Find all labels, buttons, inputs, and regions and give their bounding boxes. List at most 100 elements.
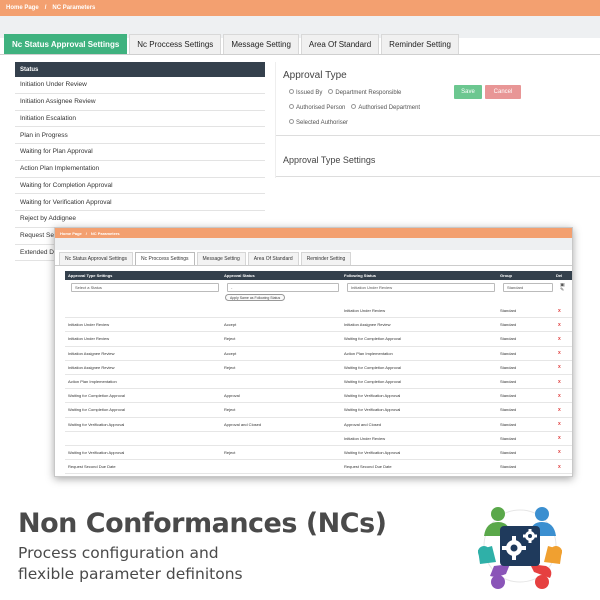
status-item[interactable]: Waiting for Completion Approval: [15, 178, 265, 195]
sub-bar: [55, 238, 572, 250]
delete-icon[interactable]: x: [553, 364, 572, 370]
column-header: Following Status: [344, 273, 376, 278]
tab-bar: Nc Status Approval Settings Nc Proccess …: [59, 252, 352, 265]
radio-row-1: Issued By Department Responsible: [289, 89, 401, 96]
column-header: Group: [500, 273, 512, 278]
table-cell: Standard: [500, 308, 517, 314]
delete-icon[interactable]: x: [553, 435, 572, 441]
hero-subtitle-line: flexible parameter definitons: [18, 565, 243, 583]
table-cell: Initiation Under Review: [344, 308, 386, 314]
table-cell: Standard: [500, 449, 517, 455]
status-item[interactable]: Initiation Assignee Review: [15, 94, 265, 111]
delete-icon[interactable]: x: [553, 336, 572, 342]
table-cell: Standard: [500, 350, 517, 356]
delete-icon[interactable]: x: [553, 393, 572, 399]
process-grid: Approval Type Settings Approval Status F…: [65, 271, 572, 475]
hero-subtitle: Process configuration and flexible param…: [18, 543, 358, 585]
delete-icon[interactable]: x: [553, 421, 572, 427]
radio-department-responsible[interactable]: Department Responsible: [328, 89, 401, 96]
following-status-select[interactable]: Initiation Under Review: [347, 283, 495, 292]
gears-people-logo-icon: [478, 507, 562, 589]
radio-authorised-department[interactable]: Authorised Department: [351, 104, 420, 111]
table-row: Initiation Under Review Reject Waiting for…: [65, 332, 572, 347]
tab-divider: [55, 265, 572, 266]
table-cell: Action Plan Implementation: [68, 379, 117, 385]
radio-circle-icon: [289, 119, 294, 124]
column-header: Approval Type Settings: [68, 273, 113, 278]
breadcrumb-home[interactable]: Home Page: [60, 231, 82, 236]
tab-reminder-setting[interactable]: Reminder Setting: [300, 252, 352, 265]
table-row: Waiting for Verification Approval Reject W…: [65, 446, 572, 461]
table-cell: Reject: [224, 449, 236, 455]
table-cell: Waiting for Completion Approval: [68, 407, 125, 413]
tab-divider: [0, 54, 600, 55]
table-row: Initiation Under Review Standard x: [65, 432, 572, 446]
tab-nc-status-approval[interactable]: Nc Status Approval Settings: [59, 252, 133, 265]
delete-icon[interactable]: x: [553, 407, 572, 413]
table-cell: Waiting for Verification Approval: [68, 421, 125, 427]
group-select[interactable]: Standard: [503, 283, 553, 292]
status-item[interactable]: Action Plan Implementation: [15, 161, 265, 178]
table-cell: Standard: [500, 336, 517, 342]
radio-selected-authoriser[interactable]: Selected Authoriser: [289, 119, 348, 126]
cancel-button[interactable]: Cancel: [485, 85, 521, 99]
status-item[interactable]: Waiting for Verification Approval: [15, 194, 265, 211]
breadcrumb-home[interactable]: Home Page: [6, 5, 39, 11]
radio-circle-icon: [351, 104, 357, 109]
tab-nc-process[interactable]: Nc Proccess Settings: [134, 252, 195, 265]
table-cell: Reject: [224, 407, 236, 413]
delete-icon[interactable]: x: [553, 322, 572, 328]
delete-icon[interactable]: x: [553, 308, 572, 314]
table-row: Waiting for Completion Approval Approval W…: [65, 389, 572, 404]
tab-area-of-standard[interactable]: Area Of Standard: [247, 252, 299, 265]
table-cell: Initiation Assignee Review: [344, 322, 391, 328]
edit-icon[interactable]: ✎: [556, 288, 572, 293]
tab-message-setting[interactable]: Message Setting: [196, 252, 246, 265]
table-cell: Standard: [500, 464, 517, 470]
table-cell: Waiting for Completion Approval: [344, 336, 401, 342]
table-row: Initiation Under Review Standard x: [65, 304, 572, 319]
breadcrumb-current: NC Parameters: [90, 230, 120, 236]
table-cell: Accept: [224, 322, 237, 328]
status-list-header: Status: [15, 62, 265, 77]
status-item[interactable]: Waiting for Plan Approval: [15, 144, 265, 161]
table-cell: Reject: [224, 336, 236, 342]
hero-subtitle-line: Process configuration and: [18, 544, 219, 562]
status-item[interactable]: Initiation Under Review: [15, 77, 265, 94]
tab-message-setting[interactable]: Message Setting: [223, 34, 299, 54]
tab-nc-status-approval[interactable]: Nc Status Approval Settings: [4, 34, 128, 54]
table-cell: Standard: [500, 407, 517, 413]
table-cell: Approval and Closed: [344, 421, 382, 427]
table-cell: Standard: [500, 435, 517, 441]
page: Home Page / NC Parameters Nc Status Appr…: [0, 0, 600, 600]
approval-status-input[interactable]: -: [227, 283, 339, 292]
radio-issued-by[interactable]: Issued By: [289, 89, 322, 96]
status-item[interactable]: Initiation Escalation: [15, 111, 265, 128]
radio-authorised-person[interactable]: Authorised Person: [289, 104, 345, 111]
table-row: Request Second Due Date Request Second Du…: [65, 460, 572, 475]
apply-same-button[interactable]: Apply Same as Following Status: [225, 294, 286, 301]
column-header: Del: [556, 273, 563, 278]
delete-icon[interactable]: x: [553, 350, 572, 356]
delete-icon[interactable]: x: [553, 464, 572, 470]
column-header: Approval Status: [224, 273, 255, 278]
status-item[interactable]: Reject by Addignee: [15, 211, 265, 228]
tab-area-of-standard[interactable]: Area Of Standard: [300, 34, 380, 54]
breadcrumb-separator: /: [44, 5, 47, 11]
grid-rows: Initiation Under Review Standard x Initiati…: [65, 304, 572, 475]
delete-icon[interactable]: x: [553, 379, 572, 385]
table-cell: Standard: [500, 393, 517, 399]
save-button[interactable]: Save: [454, 85, 482, 99]
table-cell: Standard: [500, 379, 517, 385]
tab-nc-process[interactable]: Nc Proccess Settings: [129, 34, 222, 54]
status-select[interactable]: Select a Status: [71, 283, 219, 292]
radio-circle-icon: [328, 89, 334, 94]
breadcrumb-current: NC Parameters: [52, 5, 96, 11]
top-breadcrumb-bar: Home Page / NC Parameters: [0, 0, 600, 16]
delete-icon[interactable]: x: [553, 449, 572, 455]
table-cell: Waiting for Verification Approval: [344, 449, 401, 455]
table-cell: Initiation Assignee Review: [68, 364, 115, 370]
table-cell: Reject: [224, 364, 236, 370]
status-item[interactable]: Plan in Progress: [15, 127, 265, 144]
tab-reminder-setting[interactable]: Reminder Setting: [381, 34, 459, 54]
